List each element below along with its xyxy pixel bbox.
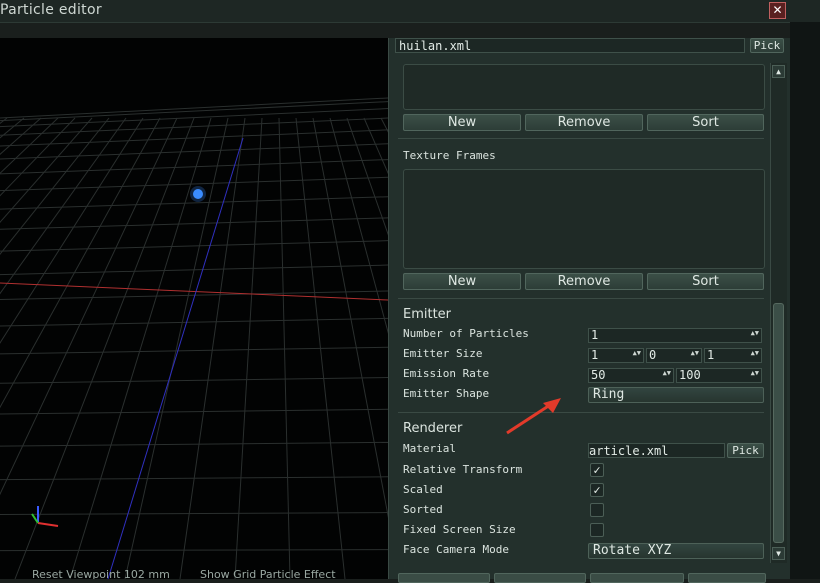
grid-line (0, 117, 42, 155)
grid-line (0, 549, 388, 552)
new-button[interactable]: New (403, 114, 521, 131)
material-label: Material (403, 442, 456, 455)
emitter-size-x[interactable]: 1 ▲▼ (588, 348, 644, 363)
texture-remove-button[interactable]: Remove (525, 273, 643, 290)
spin-icon[interactable]: ▲▼ (751, 330, 759, 337)
relative-transform-label: Relative Transform (403, 463, 523, 476)
renderer-heading: Renderer (403, 421, 463, 436)
grid-line (0, 117, 8, 125)
grid-line (0, 377, 388, 384)
sort-button[interactable]: Sort (647, 114, 764, 131)
scaled-checkbox[interactable]: ✓ (590, 483, 604, 497)
check-icon: ✓ (593, 463, 601, 477)
grid-line (363, 117, 388, 175)
check-icon: ✓ (593, 483, 601, 497)
emitter-size-z[interactable]: 1 ▲▼ (704, 348, 762, 363)
grid-line (0, 159, 388, 175)
emitter-size-y[interactable]: 0 ▲▼ (646, 348, 702, 363)
size-z-value: 1 (707, 348, 715, 362)
pick-file-button[interactable]: Pick (750, 38, 784, 53)
num-particles-value: 1 (591, 328, 599, 342)
size-y-value: 0 (649, 348, 657, 362)
close-icon[interactable]: ✕ (769, 2, 786, 19)
grid-line (0, 117, 93, 223)
scroll-down-icon[interactable]: ▼ (772, 547, 785, 560)
grid-line (0, 97, 388, 119)
spin-icon[interactable]: ▲▼ (751, 370, 759, 377)
spin-icon[interactable]: ▲▼ (751, 350, 759, 357)
grid-line (234, 117, 263, 579)
divider (398, 138, 764, 139)
grid-line (0, 240, 388, 252)
relative-transform-checkbox[interactable]: ✓ (590, 463, 604, 477)
scroll-up-icon[interactable]: ▲ (772, 65, 785, 78)
particle-glow (190, 186, 206, 202)
annotation-arrow (506, 398, 561, 435)
grid-line (346, 117, 388, 236)
viewport-status-bar: Reset Viewpoint 102 mm Show Grid Particl… (0, 568, 388, 579)
face-camera-label: Face Camera Mode (403, 543, 509, 556)
fixed-screen-size-label: Fixed Screen Size (403, 523, 516, 536)
num-particles-field[interactable]: 1 ▲▼ (588, 328, 762, 343)
grid-line (0, 512, 388, 515)
spin-icon[interactable]: ▲▼ (663, 370, 671, 377)
grid-line (0, 346, 388, 355)
emission-rate-label: Emission Rate (403, 367, 490, 380)
emitter-shape-dropdown[interactable]: Ring (588, 387, 764, 403)
title-bar: Particle editor ✕ (0, 0, 820, 23)
grid-line (0, 117, 25, 139)
grid-line (0, 408, 388, 415)
sorted-checkbox[interactable] (590, 503, 604, 517)
divider (398, 298, 764, 299)
sorted-label: Sorted (403, 503, 443, 516)
bottom-button[interactable] (688, 573, 766, 583)
window-title: Particle editor (0, 2, 102, 18)
3d-viewport[interactable] (0, 38, 388, 579)
num-particles-label: Number of Particles (403, 327, 529, 340)
material-field[interactable]: article.xml (588, 443, 725, 458)
panel-scrollbar[interactable]: ▲ ▼ (770, 63, 787, 563)
emitter-size-label: Emitter Size (403, 347, 483, 360)
face-camera-dropdown[interactable]: Rotate XYZ (588, 543, 764, 559)
bottom-button[interactable] (590, 573, 684, 583)
rate-min-value: 50 (591, 368, 606, 382)
bottom-button[interactable] (398, 573, 490, 583)
scaled-label: Scaled (403, 483, 443, 496)
viewport-grid (0, 97, 388, 579)
viewport-status-right: Show Grid Particle Effect (200, 568, 336, 579)
background-viewport-edge (790, 22, 820, 579)
divider (398, 412, 764, 413)
texture-new-button[interactable]: New (403, 273, 521, 290)
emitter-heading: Emitter (403, 307, 452, 322)
bottom-button[interactable] (494, 573, 586, 583)
grid-line (0, 441, 388, 447)
y-axis-line (107, 137, 244, 579)
rate-max-value: 100 (679, 368, 701, 382)
spin-icon[interactable]: ▲▼ (633, 350, 641, 357)
emission-rate-min[interactable]: 50 ▲▼ (588, 368, 674, 383)
grid-line (0, 317, 388, 327)
gizmo-axis (37, 522, 59, 527)
file-name-field[interactable]: huilan.xml (395, 38, 745, 53)
emitter-shape-label: Emitter Shape (403, 387, 490, 400)
scrollbar-thumb[interactable] (773, 303, 784, 543)
material-pick-button[interactable]: Pick (727, 443, 764, 458)
viewport-status-left: Reset Viewpoint 102 mm (32, 568, 170, 579)
fixed-screen-size-checkbox[interactable] (590, 523, 604, 537)
remove-button[interactable]: Remove (525, 114, 643, 131)
grid-line (0, 217, 388, 230)
grid-line (0, 117, 161, 409)
emission-rate-max[interactable]: 100 ▲▼ (676, 368, 762, 383)
texture-sort-button[interactable]: Sort (647, 273, 764, 290)
texture-frames-label: Texture Frames (403, 149, 496, 162)
effect-list[interactable] (403, 64, 765, 110)
size-x-value: 1 (591, 348, 599, 362)
texture-frames-list[interactable] (403, 169, 765, 269)
spin-icon[interactable]: ▲▼ (691, 350, 699, 357)
